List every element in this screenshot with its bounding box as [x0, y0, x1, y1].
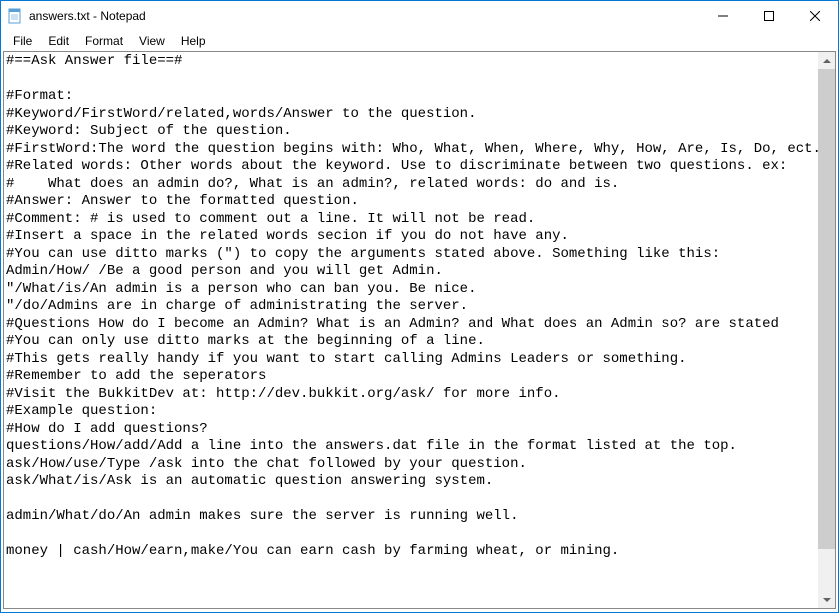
minimize-button[interactable]: [700, 1, 746, 31]
menu-format[interactable]: Format: [77, 33, 131, 49]
scrollbar-track[interactable]: [818, 69, 835, 591]
menu-bar: File Edit Format View Help: [1, 31, 838, 51]
menu-edit[interactable]: Edit: [40, 33, 77, 49]
editor-area: #==Ask Answer file==# #Format: #Keyword/…: [3, 51, 836, 609]
menu-view[interactable]: View: [131, 33, 173, 49]
close-button[interactable]: [792, 1, 838, 31]
window-title: answers.txt - Notepad: [29, 9, 700, 23]
scrollbar-thumb[interactable]: [818, 69, 835, 549]
scroll-up-arrow[interactable]: [818, 52, 835, 69]
title-bar: answers.txt - Notepad: [1, 1, 838, 31]
window-controls: [700, 1, 838, 31]
menu-help[interactable]: Help: [173, 33, 214, 49]
scroll-down-arrow[interactable]: [818, 591, 835, 608]
maximize-button[interactable]: [746, 1, 792, 31]
menu-file[interactable]: File: [5, 33, 40, 49]
notepad-icon: [7, 8, 23, 24]
vertical-scrollbar[interactable]: [818, 52, 835, 608]
text-editor[interactable]: #==Ask Answer file==# #Format: #Keyword/…: [4, 52, 818, 608]
